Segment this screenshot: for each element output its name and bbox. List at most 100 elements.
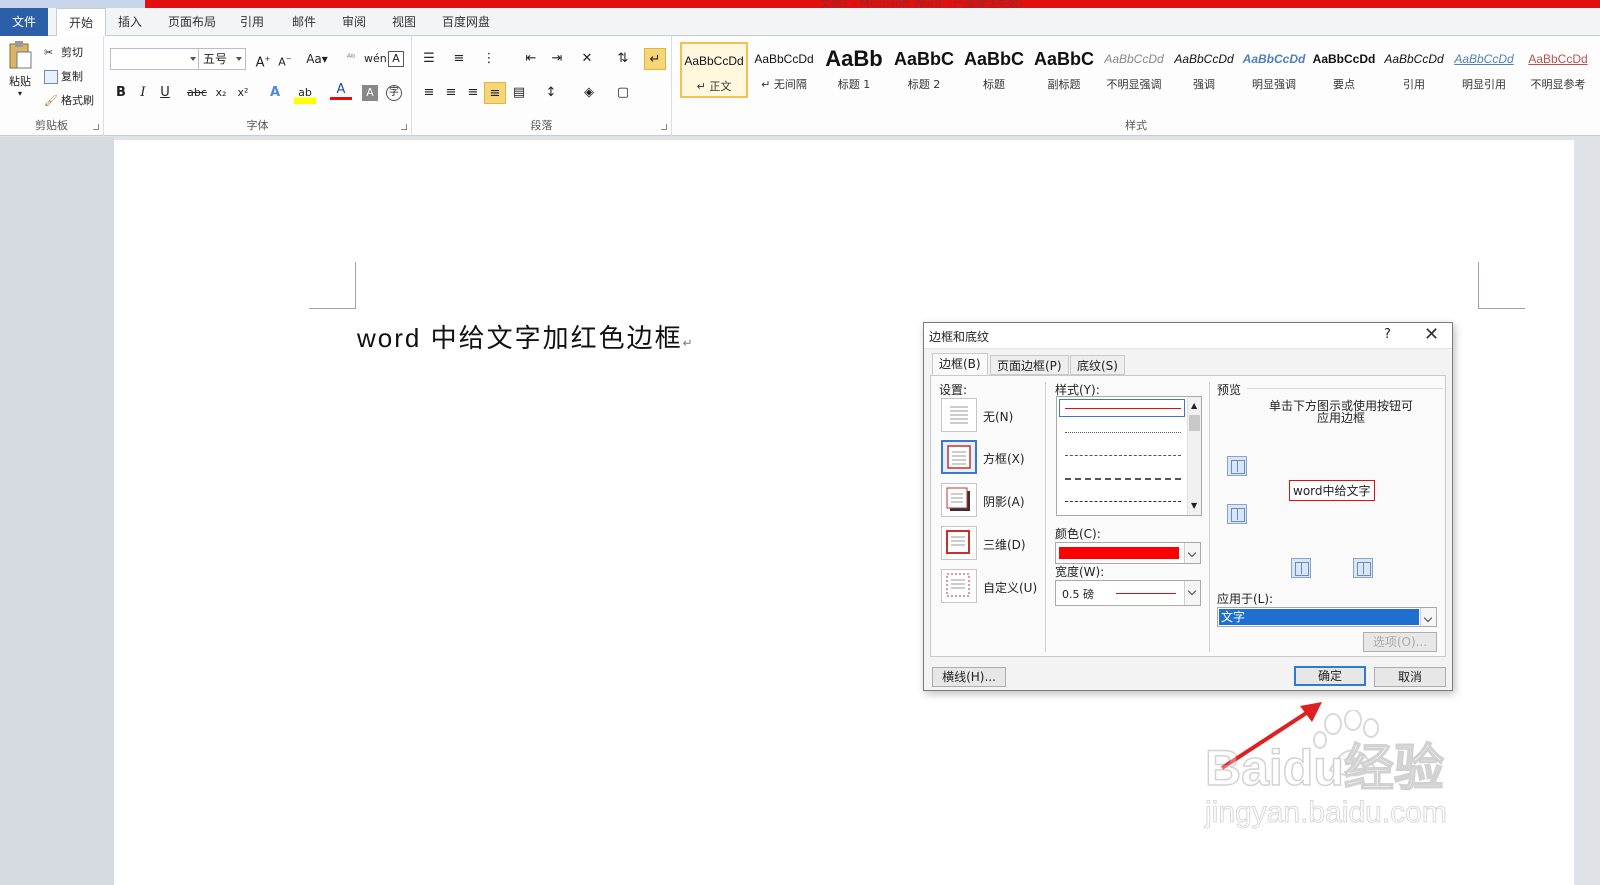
style-subtitle[interactable]: AaBbC 副标题: [1030, 42, 1098, 98]
line-style-dashed-small[interactable]: [1065, 455, 1181, 456]
bullets-icon[interactable]: ☰: [418, 48, 440, 70]
setting-custom-icon[interactable]: [941, 569, 977, 603]
setting-box-label[interactable]: 方框(X): [983, 450, 1025, 467]
apply-to-dropdown[interactable]: 文字: [1217, 607, 1437, 627]
style-intense-emphasis[interactable]: AaBbCcDd 明显强调: [1240, 42, 1308, 98]
font-name-combo[interactable]: [110, 48, 200, 70]
enclose-char-icon[interactable]: 字: [386, 85, 402, 101]
close-button[interactable]: ✕: [1424, 324, 1439, 345]
right-border-icon[interactable]: [1353, 558, 1373, 578]
tab-mailings[interactable]: 邮件: [280, 8, 328, 36]
chinese-layout-icon[interactable]: ✕: [576, 48, 598, 70]
tab-page-border[interactable]: 页面边框(P): [990, 355, 1069, 375]
setting-custom-label[interactable]: 自定义(U): [983, 579, 1037, 596]
grow-font-button[interactable]: A+: [252, 48, 274, 70]
color-dropdown[interactable]: [1055, 542, 1201, 564]
cancel-button[interactable]: 取消: [1374, 667, 1446, 687]
width-dropdown[interactable]: 0.5 磅: [1055, 580, 1201, 606]
clipboard-launcher-icon[interactable]: [93, 124, 99, 130]
preview-box[interactable]: word中给文字: [1289, 480, 1375, 501]
horizontal-line-button[interactable]: 横线(H)...: [932, 667, 1006, 687]
tab-shading[interactable]: 底纹(S): [1070, 355, 1125, 375]
subscript-button[interactable]: x₂: [210, 82, 232, 104]
paste-dropdown-icon[interactable]: ▾: [6, 89, 34, 98]
style-normal[interactable]: AaBbCcDd ↵ 正文: [680, 42, 748, 98]
setting-shadow-label[interactable]: 阴影(A): [983, 493, 1025, 510]
tab-view[interactable]: 视图: [380, 8, 428, 36]
setting-3d-label[interactable]: 三维(D): [983, 536, 1026, 553]
char-shading-icon[interactable]: A: [362, 85, 378, 101]
line-style-dashed[interactable]: [1065, 478, 1181, 480]
show-marks-icon[interactable]: ↵: [644, 48, 666, 70]
chevron-down-icon[interactable]: [1184, 543, 1200, 563]
document-text[interactable]: word 中给文字加红色边框↵: [357, 318, 695, 355]
style-intense-quote[interactable]: AaBbCcDd 明显引用: [1450, 42, 1518, 98]
copy-button[interactable]: 复制: [44, 68, 83, 84]
setting-box-icon[interactable]: [941, 440, 977, 474]
top-border-icon[interactable]: [1227, 456, 1247, 476]
style-title[interactable]: AaBbC 标题: [960, 42, 1028, 98]
phonetic-guide-icon[interactable]: wén: [364, 48, 387, 70]
justify-icon[interactable]: ≡: [484, 82, 506, 104]
setting-none-icon[interactable]: [941, 398, 977, 432]
strikethrough-button[interactable]: abc: [186, 82, 208, 104]
font-color-icon[interactable]: A: [330, 82, 352, 100]
tab-page-layout[interactable]: 页面布局: [156, 8, 228, 36]
numbering-icon[interactable]: ≡: [448, 48, 470, 70]
tab-baidu-netdisk[interactable]: 百度网盘: [430, 8, 502, 36]
borders-icon[interactable]: ▢: [612, 82, 634, 104]
font-size-combo[interactable]: 五号: [198, 48, 246, 70]
options-button[interactable]: 选项(O)...: [1363, 632, 1437, 652]
style-no-spacing[interactable]: AaBbCcDd ↵ 无间隔: [750, 42, 818, 98]
distributed-icon[interactable]: ▤: [508, 82, 530, 104]
style-list-scrollbar[interactable]: ▲ ▼: [1187, 397, 1201, 515]
chevron-down-icon[interactable]: [1420, 608, 1436, 626]
highlight-icon[interactable]: ab: [294, 82, 316, 104]
line-style-solid[interactable]: [1065, 408, 1181, 409]
increase-indent-icon[interactable]: ⇥: [546, 48, 568, 70]
setting-shadow-icon[interactable]: [941, 483, 977, 517]
line-spacing-icon[interactable]: ↕: [540, 82, 562, 104]
style-subtle-reference[interactable]: AaBbCcDd 不明显参考: [1520, 42, 1596, 98]
style-strong[interactable]: AaBbCcDd 要点: [1310, 42, 1378, 98]
style-quote[interactable]: AaBbCcDd 引用: [1380, 42, 1448, 98]
setting-3d-icon[interactable]: [941, 526, 977, 560]
paragraph-launcher-icon[interactable]: [661, 124, 667, 130]
font-launcher-icon[interactable]: [401, 124, 407, 130]
left-border-icon[interactable]: [1291, 558, 1311, 578]
align-left-icon[interactable]: ≡: [418, 82, 440, 104]
style-emphasis[interactable]: AaBbCcDd 强调: [1170, 42, 1238, 98]
text-effect-icon[interactable]: A: [264, 82, 286, 104]
superscript-button[interactable]: x²: [232, 82, 254, 104]
clear-format-icon[interactable]: ᴬᵇ: [340, 48, 362, 70]
tab-review[interactable]: 审阅: [330, 8, 378, 36]
help-button[interactable]: ?: [1384, 327, 1391, 342]
shading-icon[interactable]: ◈: [578, 82, 600, 104]
tab-borders[interactable]: 边框(B): [932, 353, 988, 376]
tab-insert[interactable]: 插入: [106, 8, 154, 36]
line-style-list[interactable]: ▲ ▼: [1056, 396, 1202, 516]
decrease-indent-icon[interactable]: ⇤: [520, 48, 542, 70]
multilevel-list-icon[interactable]: ⋮: [478, 48, 500, 70]
char-border-icon[interactable]: A: [388, 51, 404, 67]
style-heading-2[interactable]: AaBbC 标题 2: [890, 42, 958, 98]
format-painter-button[interactable]: 🖌 格式刷: [44, 92, 94, 108]
bottom-border-icon[interactable]: [1227, 504, 1247, 524]
chevron-down-icon[interactable]: [1184, 581, 1200, 605]
tab-references[interactable]: 引用: [228, 8, 276, 36]
quick-access-toolbar[interactable]: [0, 0, 145, 8]
underline-button[interactable]: U: [154, 82, 176, 104]
change-case-button[interactable]: Aa▾: [304, 48, 330, 70]
align-center-icon[interactable]: ≡: [440, 82, 462, 104]
scroll-thumb[interactable]: [1189, 415, 1200, 431]
style-heading-1[interactable]: AaBb 标题 1: [820, 42, 888, 98]
italic-button[interactable]: I: [132, 82, 154, 104]
sort-icon[interactable]: ⇅: [612, 48, 634, 70]
ok-button[interactable]: 确定: [1294, 666, 1366, 686]
scroll-down-icon[interactable]: ▼: [1191, 501, 1197, 510]
setting-none-label[interactable]: 无(N): [983, 408, 1013, 425]
tab-home[interactable]: 开始: [56, 8, 107, 37]
style-subtle-emphasis[interactable]: AaBbCcDd 不明显强调: [1100, 42, 1168, 98]
paste-button[interactable]: 粘贴 ▾: [6, 40, 34, 98]
line-style-dotted[interactable]: [1065, 432, 1181, 433]
